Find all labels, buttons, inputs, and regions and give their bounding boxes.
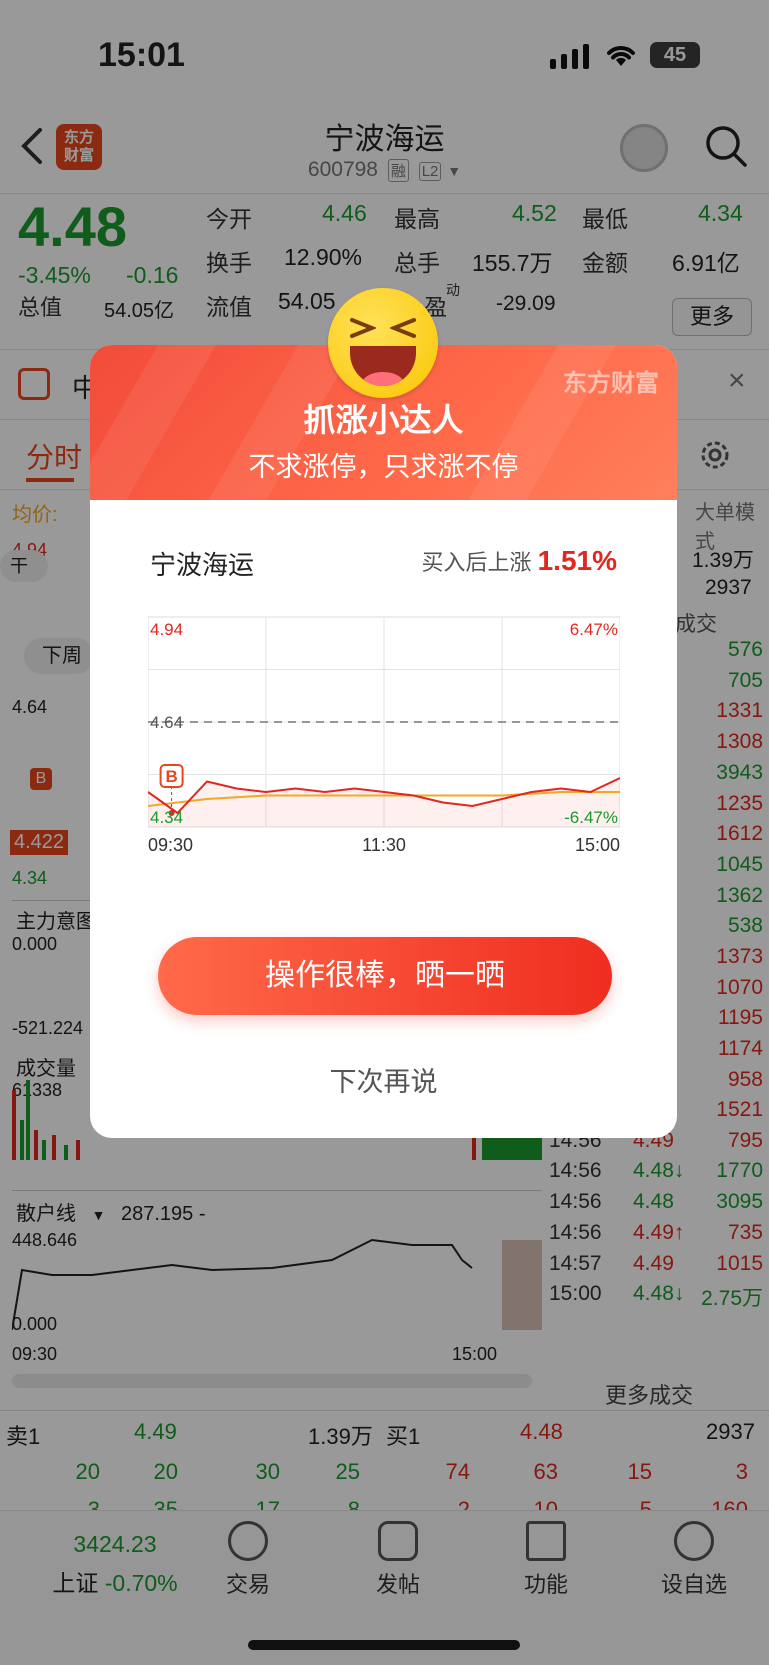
x-tick-label: 09:30 [148,835,193,855]
modal-stock-name: 宁波海运 [150,550,255,580]
brand-watermark: 东方财富 [563,370,659,397]
y-tick-label: 4.64 [150,713,183,732]
celebration-modal: 东方财富 抓涨小达人 不求涨停，只求涨不停 宁波海运 买入后上涨 1.51% B… [90,345,677,1138]
gain-value: 1.51% [537,545,617,576]
laughing-emoji-icon [328,288,438,398]
mini-intraday-chart: B 4.94 4.64 4.34 6.47% -6.47% 09:30 11:30 15:00 [148,616,620,855]
gain-row: 买入后上涨 1.51% [421,545,617,577]
home-indicator [248,1640,520,1650]
y-right-tick-label: -6.47% [564,808,618,827]
modal-subtitle: 不求涨停，只求涨不停 [248,452,519,482]
y-tick-label: 4.34 [150,808,183,827]
x-tick-label: 11:30 [362,835,406,855]
eye-icon [350,318,376,338]
mouth [350,346,416,386]
x-tick-label: 15:00 [575,835,620,855]
gain-label: 买入后上涨 [421,550,532,575]
later-button[interactable]: 下次再说 [90,1060,677,1099]
eye-icon [390,318,416,338]
buy-marker-label: B [165,767,177,786]
y-tick-label: 4.94 [150,620,183,639]
share-button[interactable]: 操作很棒，晒一晒 [158,937,612,1015]
modal-title: 抓涨小达人 [303,402,464,438]
y-right-tick-label: 6.47% [570,620,618,639]
